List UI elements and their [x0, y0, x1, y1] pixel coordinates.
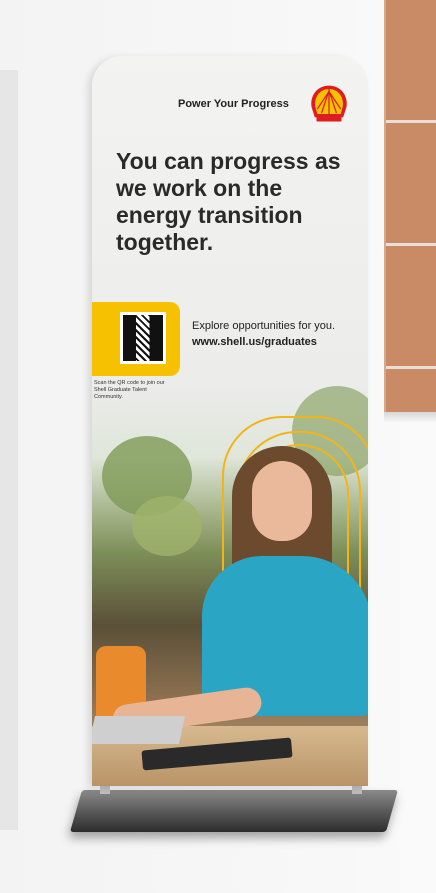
qr-note: Scan the QR code to join our Shell Gradu… [94, 380, 165, 400]
laptop [92, 716, 185, 744]
plant-foliage [132, 496, 202, 556]
qr-pattern [123, 315, 163, 361]
pull-up-banner: Power Your Progress You can progress as … [92, 56, 368, 786]
person-face [252, 461, 312, 541]
wood-panel [384, 0, 436, 412]
shell-logo-icon [311, 85, 347, 122]
stand-base [69, 790, 399, 832]
graduates-url: www.shell.us/graduates [192, 336, 317, 348]
explore-text: Explore opportunities for you. [192, 320, 336, 332]
qr-card [92, 302, 180, 376]
banner-headline: You can progress as we work on the energ… [116, 148, 341, 255]
wall-panel [0, 70, 18, 830]
wood-shadow [384, 412, 436, 422]
banner-tagline: Power Your Progress [178, 98, 289, 110]
